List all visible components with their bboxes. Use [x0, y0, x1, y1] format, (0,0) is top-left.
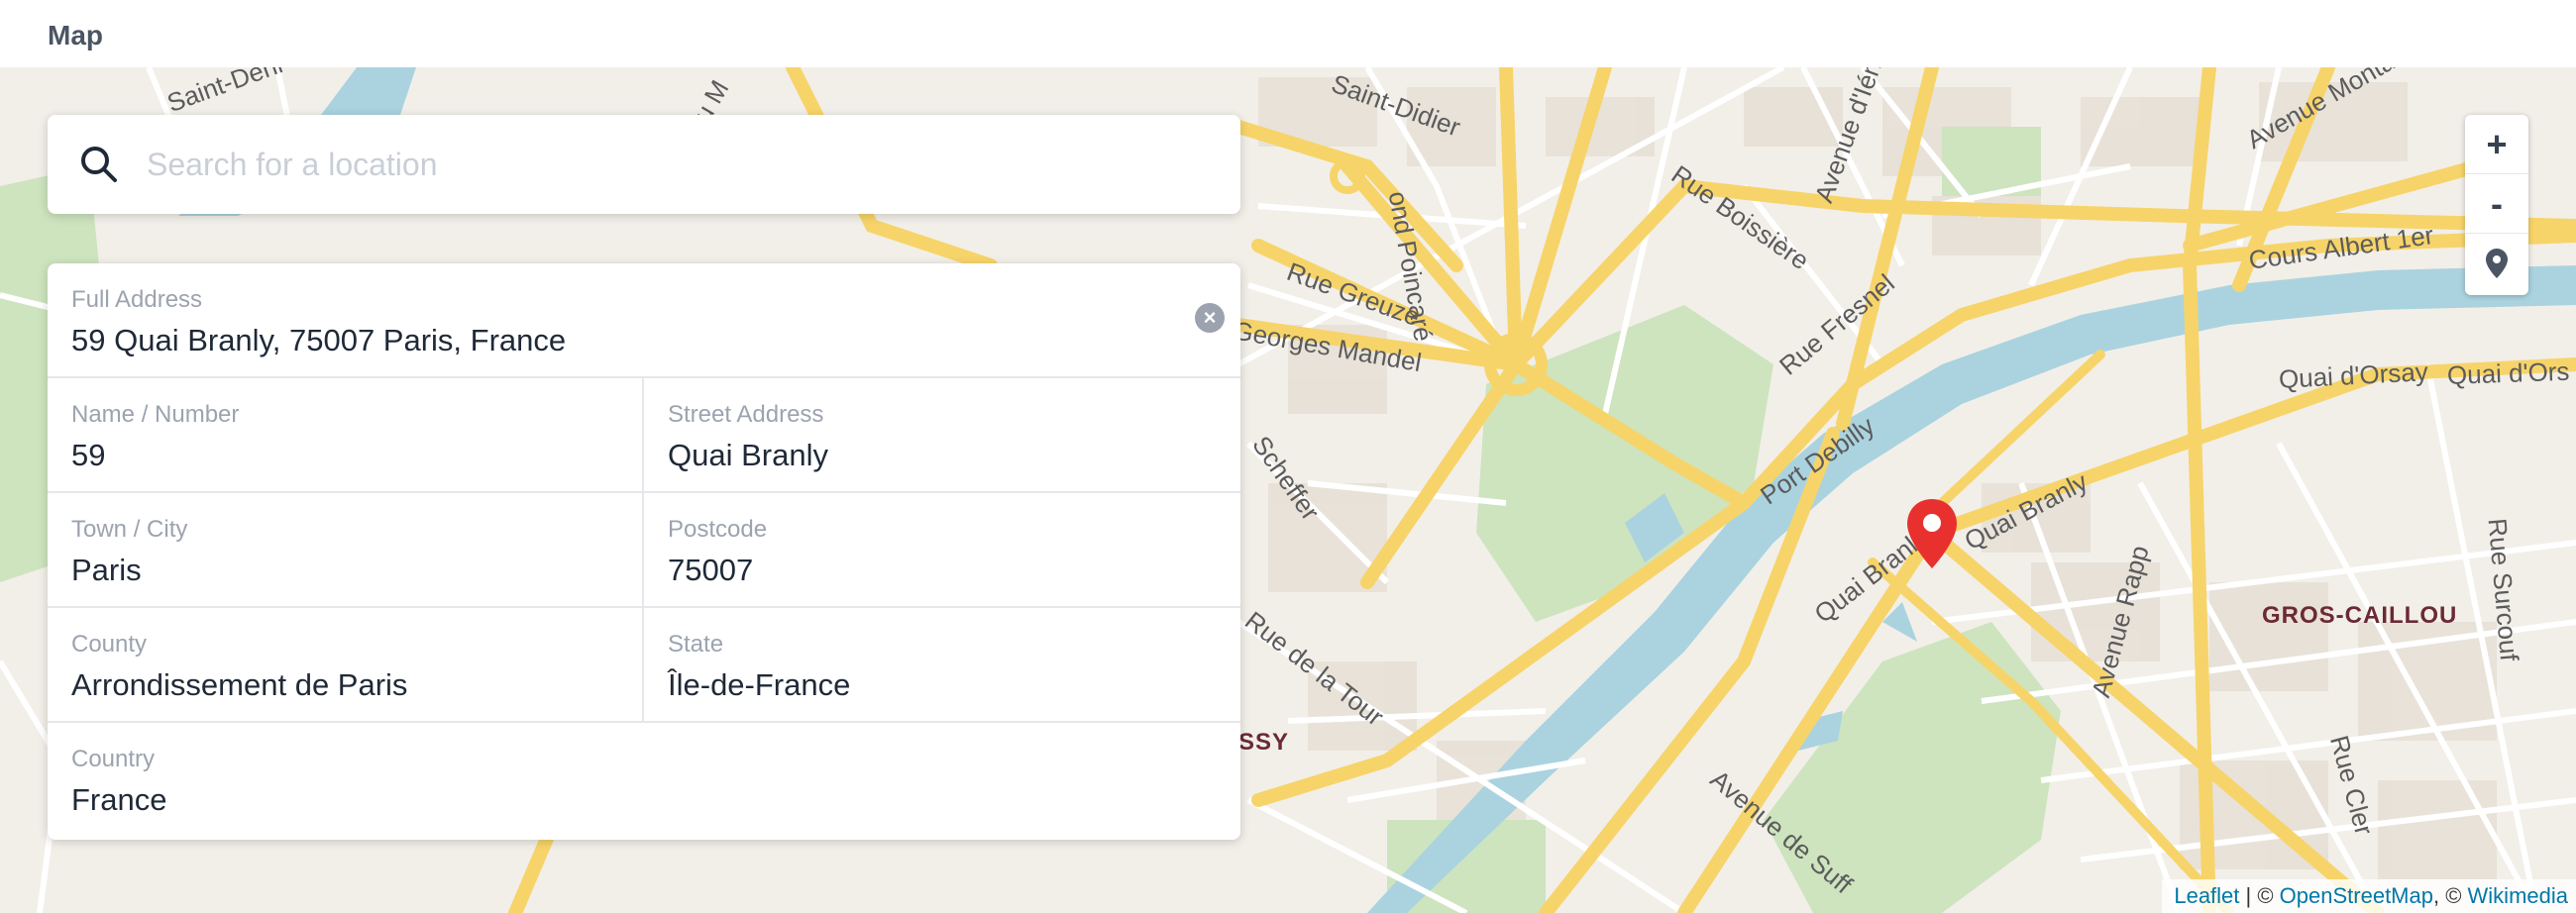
address-row: Name / Number 59 Street Address Quai Bra… — [48, 378, 1240, 493]
address-panel: Full Address 59 Quai Branly, 75007 Paris… — [48, 263, 1240, 840]
field-label: Name / Number — [71, 401, 240, 428]
page-title: Map — [48, 20, 103, 51]
state-field: State Île-de-France — [644, 608, 1240, 721]
clear-address-button[interactable]: × — [1195, 303, 1225, 333]
county-field: County Arrondissement de Paris — [48, 608, 644, 721]
search-icon[interactable] — [77, 143, 121, 186]
name-number-field: Name / Number 59 — [48, 378, 644, 491]
osm-link[interactable]: OpenStreetMap — [2280, 883, 2433, 908]
field-label: Town / City — [71, 516, 188, 543]
town-city-field: Town / City Paris — [48, 493, 644, 606]
field-label: Postcode — [668, 516, 768, 543]
address-row: Town / City Paris Postcode 75007 — [48, 493, 1240, 608]
attribution-separator: , © — [2432, 883, 2468, 908]
location-pin-icon — [2486, 249, 2508, 278]
wikimedia-link[interactable]: Wikimedia — [2468, 883, 2568, 908]
page-header: Map — [0, 0, 2576, 67]
field-value: 59 Quai Branly, 75007 Paris, France — [71, 323, 567, 357]
field-value: Paris — [71, 553, 142, 587]
postcode-field: Postcode 75007 — [644, 493, 1240, 606]
address-row: County Arrondissement de Paris State Île… — [48, 608, 1240, 723]
field-label: Full Address — [71, 286, 203, 313]
field-value: 59 — [71, 438, 106, 472]
address-row: Full Address 59 Quai Branly, 75007 Paris… — [48, 263, 1240, 378]
district-label: SSY — [1238, 729, 1290, 756]
district-label: GROS-CAILLOU — [2262, 602, 2458, 629]
attribution-separator: | © — [2239, 883, 2280, 908]
field-value: Quai Branly — [668, 438, 828, 472]
field-label: Street Address — [668, 401, 824, 428]
field-value: Arrondissement de Paris — [71, 667, 408, 702]
locate-button[interactable] — [2465, 234, 2528, 293]
zoom-out-button[interactable]: - — [2465, 174, 2528, 234]
field-label: Country — [71, 746, 156, 772]
zoom-in-button[interactable]: + — [2465, 115, 2528, 174]
street-address-field: Street Address Quai Branly — [644, 378, 1240, 491]
location-marker-icon[interactable] — [1905, 497, 1959, 570]
full-address-field: Full Address 59 Quai Branly, 75007 Paris… — [48, 263, 1240, 376]
field-value: France — [71, 782, 167, 817]
field-label: County — [71, 631, 148, 658]
field-label: State — [668, 631, 724, 658]
search-box — [48, 115, 1240, 214]
field-value: Île-de-France — [668, 667, 851, 702]
field-value: 75007 — [668, 553, 754, 587]
search-input[interactable] — [145, 134, 1240, 195]
leaflet-link[interactable]: Leaflet — [2174, 883, 2239, 908]
map-attribution: Leaflet | © OpenStreetMap, © Wikimedia — [2162, 879, 2576, 913]
address-row: Country France — [48, 723, 1240, 838]
zoom-controls: + - — [2465, 115, 2528, 295]
country-field: Country France — [48, 723, 1240, 836]
street-label: Quai d'Ors — [2446, 355, 2570, 390]
